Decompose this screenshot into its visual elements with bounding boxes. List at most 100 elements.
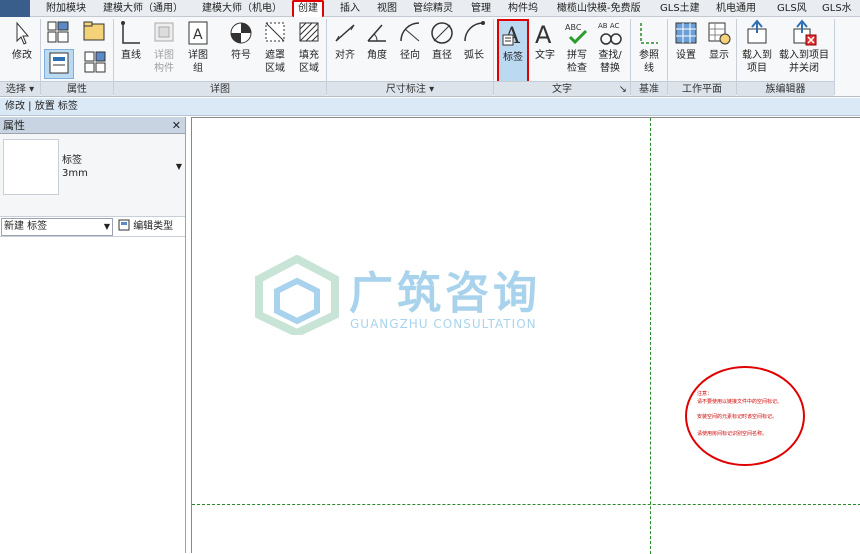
properties-button[interactable] [44,49,74,79]
panel-family-editor-label: 族编辑器 [765,84,806,95]
watermark-chinese-text: 广筑咨询 [349,268,541,319]
tab-manage[interactable]: 管理 [471,0,491,17]
note-text-line: 注意： [697,391,713,397]
angular-label: 角度 [367,50,387,61]
reference-plane-horizontal[interactable] [192,504,860,505]
line-button[interactable]: 直线 [116,19,146,62]
symbol-button[interactable]: 符号 [226,19,256,62]
panel-family-editor: 族编辑器 [737,81,834,96]
masking-region-icon [265,22,285,42]
type-selector[interactable]: 标签 3mm ▼ [0,134,185,217]
panel-divider [834,19,835,95]
note-text-line: 安装空间的元素标记时该空间标记。 [697,414,778,420]
text-icon: A [535,21,552,47]
panel-detail-label: 详图 [210,84,230,95]
reference-line-icon [640,23,658,44]
panel-workplane-label: 工作平面 [682,84,722,95]
tab-modeling-mep[interactable]: 建模大师（机电） [202,0,282,17]
panel-launcher-icon[interactable]: ↘ [619,82,627,97]
aligned-dimension-button[interactable]: 对齐 [330,19,360,62]
label-icon: A [502,24,521,49]
type-name: 标签 [62,155,82,166]
text-label: 文字 [535,50,555,61]
angular-dimension-button[interactable]: 角度 [362,19,392,62]
tab-gls-quickmodel[interactable]: 橄榄山快模-免费版 [557,0,641,17]
instance-filter-dropdown[interactable]: 新建 标签 ▼ [1,218,113,236]
tab-modeling-general[interactable]: 建模大师（通用） [103,0,183,17]
tab-gls-wind[interactable]: GLS风 [777,0,807,17]
tab-pipe-elf[interactable]: 管综精灵 [413,0,453,17]
panel-properties: 属性 [41,81,113,96]
panel-text: 文字 ↘ [494,81,630,96]
instance-filter-value: 新建 标签 [4,221,48,232]
modify-button[interactable]: 修改 [6,19,38,62]
type-properties-button[interactable] [80,49,110,79]
tab-view[interactable]: 视图 [377,0,397,17]
panel-select[interactable]: 选择 ▾ [0,81,40,96]
arc-length-icon [464,21,485,42]
modify-label: 修改 [12,50,32,61]
reference-line-label: 参照线 [639,50,659,74]
load-into-project-icon [747,19,767,44]
ribbon-tab-bar: 附加模块 建模大师（通用） 建模大师（机电） 创建 插入 视图 管综精灵 管理 … [0,0,860,17]
context-breadcrumb: 修改 | 放置 标签 [0,98,860,116]
show-workplane-button[interactable]: 显示 [704,19,734,62]
application-menu-button[interactable] [0,0,30,17]
properties-title: 属性 [3,119,25,132]
reference-line-button[interactable]: 参照线 [634,19,664,75]
diameter-dimension-icon [431,22,453,44]
panel-text-label: 文字 [552,84,572,95]
arc-length-dimension-button[interactable]: 弧长 [459,19,489,62]
diameter-dimension-button[interactable]: 直径 [427,19,457,62]
type-name-block: 标签 3mm [62,154,88,180]
radial-dimension-button[interactable]: 径向 [395,19,425,62]
radial-label: 径向 [400,50,420,61]
show-label: 显示 [709,50,729,61]
detail-component-button[interactable]: 详图构件 [148,19,180,75]
family-types-button[interactable] [80,19,110,47]
panel-select-label: 选择 [5,84,26,95]
panel-dimension[interactable]: 尺寸标注 ▾ [327,81,493,96]
label-label: 标签 [503,52,523,63]
masking-region-button[interactable]: 遮罩区域 [259,19,291,75]
tab-gls-civil[interactable]: GLS土建 [660,0,700,17]
note-text-line: 请不要使用以链接文件中的空间标记。 [697,399,783,405]
panel-dimension-label: 尺寸标注 [385,84,426,95]
detail-group-icon: A [188,21,208,45]
close-icon[interactable]: ✕ [172,117,181,134]
family-category-icon [47,21,69,43]
arc-length-label: 弧长 [464,50,484,61]
filled-region-button[interactable]: 填充区域 [293,19,325,75]
chevron-down-icon[interactable]: ▼ [176,162,182,171]
tab-component-dock[interactable]: 构件坞 [508,0,538,17]
panel-properties-label: 属性 [67,84,87,95]
panel-datum-label: 基准 [639,84,659,95]
drawing-canvas[interactable]: 广筑咨询 GUANGZHU CONSULTATION 注意： 请不要使用以链接文… [191,117,860,554]
load-and-close-button[interactable]: 载入到项目并关闭 [776,19,832,75]
type-properties-icon [84,51,106,73]
watermark-logo-icon [255,254,339,338]
tab-insert[interactable]: 插入 [340,0,360,17]
watermark-english-text: GUANGZHU CONSULTATION [350,317,537,331]
family-category-button[interactable] [44,19,74,47]
tab-create[interactable]: 创建 [292,0,324,17]
tab-mep-general[interactable]: 机电通用 [716,0,756,17]
find-replace-button[interactable]: AB AC 查找/替换 [594,19,626,75]
spelling-button[interactable]: ABC 拼写检查 [562,19,592,75]
note-text-line: 请使用房间标记识别空间名称。 [697,431,768,437]
set-workplane-button[interactable]: 设置 [671,19,701,62]
show-workplane-icon [708,22,731,45]
text-button[interactable]: A 文字 [531,19,559,62]
detail-component-label: 详图构件 [154,50,174,74]
aligned-dimension-icon [335,24,355,42]
radial-dimension-icon [400,22,420,42]
detail-group-button[interactable]: A 详图组 [183,19,213,75]
find-replace-label: 查找/替换 [598,50,622,74]
load-into-project-button[interactable]: 载入到项目 [739,19,775,75]
diameter-label: 直径 [432,50,452,61]
reference-plane-vertical[interactable] [650,118,651,554]
load-and-close-label: 载入到项目并关闭 [779,50,829,74]
tab-gls-water[interactable]: GLS水 [822,0,852,17]
edit-type-button[interactable]: 编辑类型 [118,219,173,234]
tab-addins[interactable]: 附加模块 [46,0,86,17]
